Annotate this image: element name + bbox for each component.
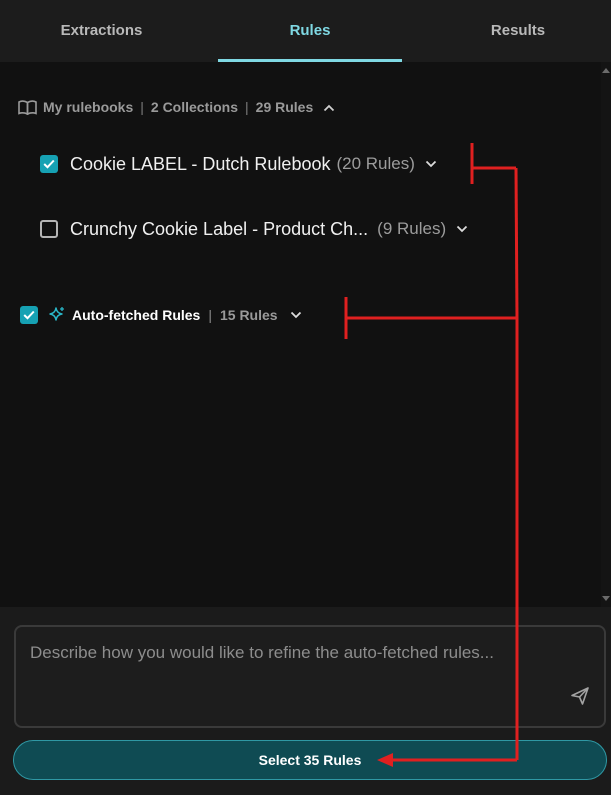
- rulebooks-title: My rulebooks: [43, 99, 134, 115]
- rulebooks-header[interactable]: My rulebooks | 2 Collections | 29 Rules: [18, 96, 335, 118]
- rulebook-rule-count: (9 Rules): [377, 219, 447, 238]
- scroll-down-arrow-icon[interactable]: [602, 596, 610, 601]
- rulebook-checkbox[interactable]: [40, 155, 58, 173]
- auto-fetched-checkbox[interactable]: [20, 306, 38, 324]
- scroll-up-arrow-icon[interactable]: [602, 68, 610, 73]
- chevron-up-icon[interactable]: [323, 99, 335, 115]
- select-rules-button[interactable]: Select 35 Rules: [13, 740, 607, 780]
- rulebook-checkbox[interactable]: [40, 220, 58, 238]
- scrollbar[interactable]: [601, 62, 611, 607]
- separator: |: [140, 99, 144, 115]
- rulebook-title[interactable]: Cookie LABEL - Dutch Rulebook: [70, 154, 330, 175]
- refine-rules-placeholder: Describe how you would like to refine th…: [30, 643, 494, 662]
- sparkle-icon: [48, 306, 66, 324]
- separator: |: [208, 307, 212, 323]
- rulebook-rule-count: (20 Rules): [336, 154, 415, 173]
- tab-extractions[interactable]: Extractions: [0, 0, 203, 62]
- auto-fetched-rules-row: Auto-fetched Rules | 15 Rules: [20, 304, 302, 326]
- open-book-icon: [18, 99, 37, 115]
- chevron-down-icon[interactable]: [290, 311, 302, 319]
- rules-panel: [0, 62, 611, 607]
- send-icon[interactable]: [570, 686, 590, 711]
- chevron-down-icon[interactable]: [456, 225, 468, 233]
- rulebook-item: Cookie LABEL - Dutch Rulebook (20 Rules): [40, 152, 437, 176]
- tab-rules[interactable]: Rules: [218, 0, 402, 62]
- chevron-down-icon[interactable]: [425, 160, 437, 168]
- tab-results[interactable]: Results: [425, 0, 611, 62]
- auto-fetched-rule-count: 15 Rules: [219, 307, 278, 323]
- auto-fetched-label[interactable]: Auto-fetched Rules: [72, 307, 200, 323]
- collections-count: 2 Collections: [150, 99, 239, 115]
- refine-rules-input[interactable]: Describe how you would like to refine th…: [14, 625, 606, 728]
- tab-bar: Extractions Rules Results: [0, 0, 611, 62]
- rulebook-title[interactable]: Crunchy Cookie Label - Product Ch...: [70, 219, 368, 240]
- rules-count: 29 Rules: [255, 99, 314, 115]
- separator: |: [245, 99, 249, 115]
- rulebook-item: Crunchy Cookie Label - Product Ch... (9 …: [40, 217, 468, 241]
